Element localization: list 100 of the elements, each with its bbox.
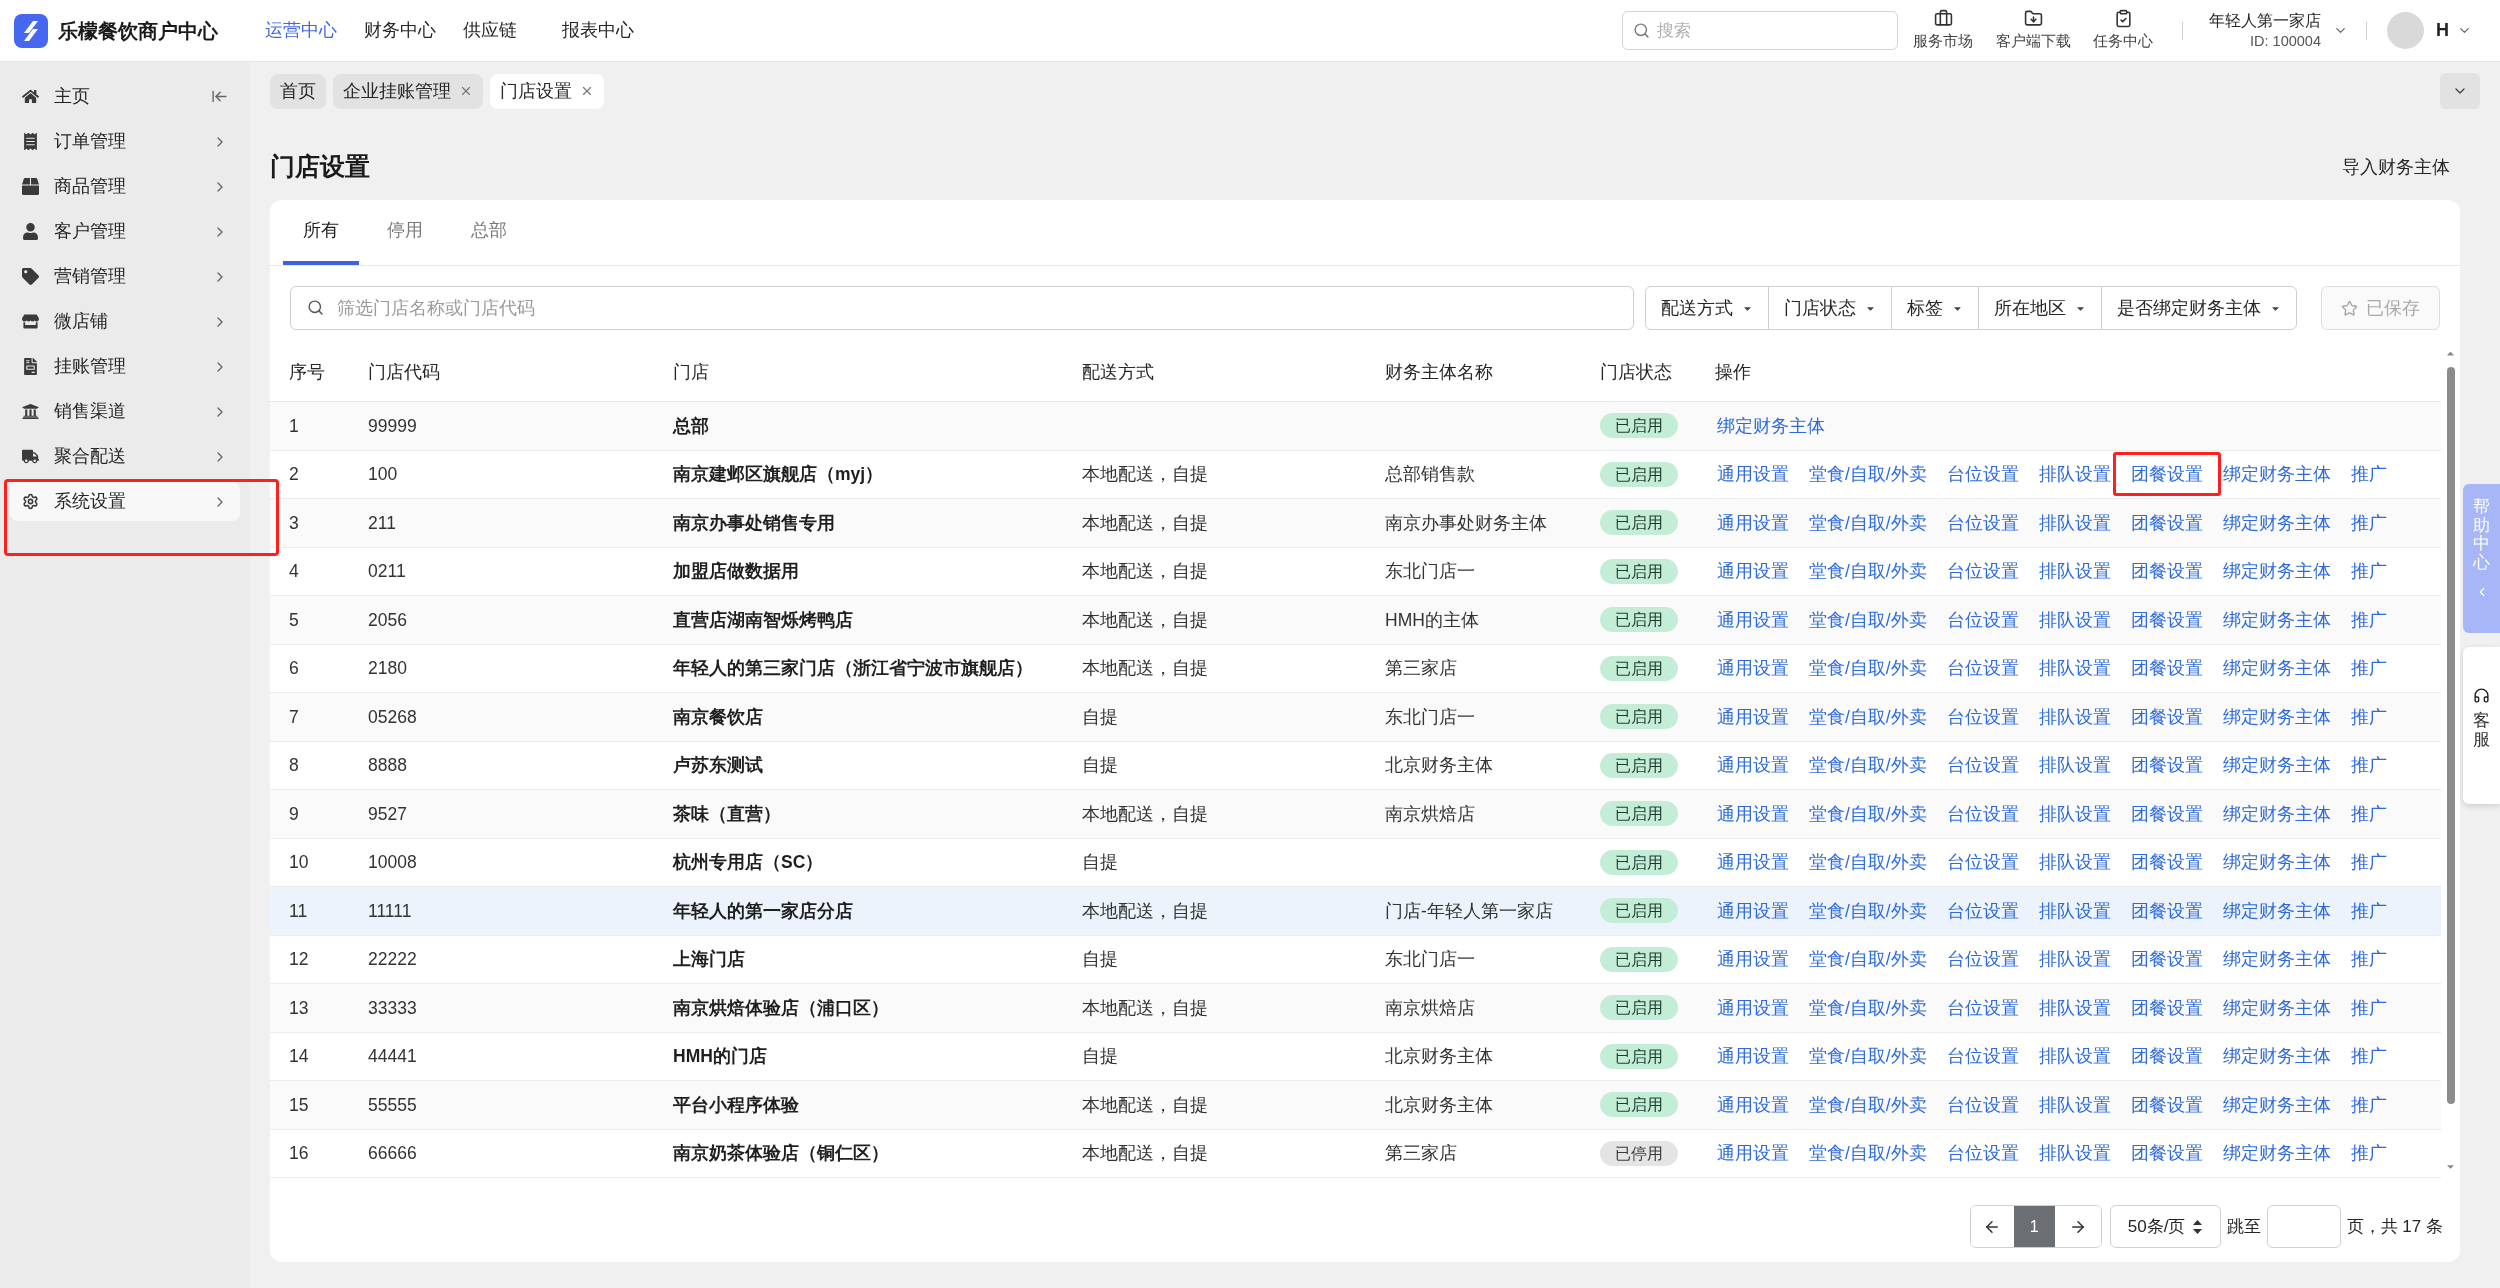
action-link[interactable]: 台位设置 xyxy=(1946,947,2019,972)
action-link[interactable]: 堂食/自取/外卖 xyxy=(1809,1092,1927,1117)
table-row[interactable]: 15 55555 平台小程序体验 本地配送，自提 北京财务主体 已启用 通用设置 堂食/自取/外卖 台位设置 排队设置 团餐设置 绑定财务主体 推广 xyxy=(270,1081,2441,1130)
filter-tab[interactable]: 总部 xyxy=(451,199,527,265)
collapse-icon[interactable] xyxy=(211,88,228,105)
page-tab[interactable]: 门店设置 xyxy=(490,73,604,109)
action-link[interactable]: 堂食/自取/外卖 xyxy=(1809,656,1927,681)
action-link[interactable]: 通用设置 xyxy=(1717,704,1789,729)
nav-link[interactable]: 供应链 xyxy=(463,17,562,44)
action-link[interactable]: 通用设置 xyxy=(1717,850,1789,875)
page-tab[interactable]: 企业挂账管理 xyxy=(333,73,483,109)
action-link[interactable]: 排队设置 xyxy=(2038,510,2111,535)
action-link[interactable]: 堂食/自取/外卖 xyxy=(1809,753,1927,778)
action-link[interactable]: 排队设置 xyxy=(2038,753,2111,778)
sidebar-item[interactable]: 商品管理 xyxy=(10,167,240,206)
store-search-field[interactable]: 筛选门店名称或门店代码 xyxy=(290,286,1634,330)
action-link[interactable]: 推广 xyxy=(2350,510,2387,535)
action-link[interactable]: 团餐设置 xyxy=(2130,801,2203,826)
action-link[interactable]: 推广 xyxy=(2350,704,2387,729)
action-link[interactable]: 通用设置 xyxy=(1717,510,1789,535)
action-link[interactable]: 推广 xyxy=(2350,1092,2387,1117)
action-link[interactable]: 绑定财务主体 xyxy=(2222,510,2331,535)
action-link[interactable]: 排队设置 xyxy=(2038,704,2111,729)
action-link[interactable]: 排队设置 xyxy=(2038,801,2111,826)
action-link[interactable]: 台位设置 xyxy=(1946,704,2019,729)
action-link[interactable]: 通用设置 xyxy=(1717,753,1789,778)
page-tab[interactable]: 首页 xyxy=(270,73,326,109)
scrollbar-thumb[interactable] xyxy=(2446,367,2455,1104)
action-link[interactable]: 绑定财务主体 xyxy=(1717,413,1825,438)
sidebar-item[interactable]: 系统设置 xyxy=(4,479,279,556)
page-size-select[interactable]: 50条/页 xyxy=(2109,1205,2221,1248)
action-link[interactable]: 团餐设置 xyxy=(2130,898,2203,923)
sidebar-item[interactable]: 营销管理 xyxy=(10,257,240,296)
filter-dropdown[interactable]: 是否绑定财务主体 xyxy=(2101,287,2296,329)
action-link[interactable]: 团餐设置 xyxy=(2130,947,2203,972)
action-link[interactable]: 推广 xyxy=(2350,801,2387,826)
action-link[interactable]: 推广 xyxy=(2350,898,2387,923)
action-link[interactable]: 堂食/自取/外卖 xyxy=(1809,995,1927,1020)
action-link[interactable]: 台位设置 xyxy=(1946,510,2019,535)
sidebar-item[interactable]: 聚合配送 xyxy=(10,437,240,476)
action-link[interactable]: 绑定财务主体 xyxy=(2222,1044,2331,1069)
action-link[interactable]: 排队设置 xyxy=(2038,850,2111,875)
action-link[interactable]: 通用设置 xyxy=(1717,995,1789,1020)
nav-link[interactable]: 报表中心 xyxy=(562,17,661,44)
table-row[interactable]: 7 05268 南京餐饮店 自提 东北门店一 已启用 通用设置 堂食/自取/外卖 台位设置 排队设置 团餐设置 绑定财务主体 推广 xyxy=(270,693,2441,742)
table-row[interactable]: 11 11111 年轻人的第一家店分店 本地配送，自提 门店-年轻人第一家店 已启用 通用设置 堂食/自取/外卖 台位设置 排队设置 团餐设置 绑定财务主体 推广 xyxy=(270,887,2441,936)
action-link[interactable]: 推广 xyxy=(2350,462,2387,487)
action-link[interactable]: 台位设置 xyxy=(1946,656,2019,681)
sidebar-item[interactable]: 订单管理 xyxy=(10,122,240,161)
sidebar-item[interactable]: 主页 xyxy=(10,77,240,116)
action-link[interactable]: 推广 xyxy=(2350,753,2387,778)
action-link[interactable]: 绑定财务主体 xyxy=(2222,1092,2331,1117)
action-link[interactable]: 绑定财务主体 xyxy=(2222,801,2331,826)
action-link[interactable]: 绑定财务主体 xyxy=(2222,1141,2331,1166)
action-link[interactable]: 推广 xyxy=(2350,656,2387,681)
filter-dropdown[interactable]: 配送方式 xyxy=(1646,287,1768,329)
action-link[interactable]: 通用设置 xyxy=(1717,898,1789,923)
action-link[interactable]: 团餐设置 xyxy=(2130,753,2203,778)
action-link[interactable]: 台位设置 xyxy=(1946,559,2019,584)
action-link[interactable]: 台位设置 xyxy=(1946,995,2019,1020)
filter-dropdown[interactable]: 标签 xyxy=(1891,287,1978,329)
action-link[interactable]: 通用设置 xyxy=(1717,1044,1789,1069)
action-link[interactable]: 推广 xyxy=(2350,850,2387,875)
action-link[interactable]: 台位设置 xyxy=(1946,607,2019,632)
action-link[interactable]: 通用设置 xyxy=(1717,1092,1789,1117)
store-name[interactable]: 年轻人第一家店 xyxy=(2209,9,2321,32)
nav-link[interactable]: 运营中心 xyxy=(265,17,364,44)
action-link[interactable]: 通用设置 xyxy=(1717,656,1789,681)
import-link[interactable]: 导入财务主体 xyxy=(2342,153,2450,181)
action-link[interactable]: 排队设置 xyxy=(2038,559,2111,584)
action-link[interactable]: 通用设置 xyxy=(1717,1141,1789,1166)
table-row[interactable]: 3 211 南京办事处销售专用 本地配送，自提 南京办事处财务主体 已启用 通用设置 堂食/自取/外卖 台位设置 排队设置 团餐设置 绑定财务主体 推广 xyxy=(270,499,2441,548)
action-link[interactable]: 排队设置 xyxy=(2038,1044,2111,1069)
action-link[interactable]: 推广 xyxy=(2350,1044,2387,1069)
action-link[interactable]: 推广 xyxy=(2350,995,2387,1020)
action-link[interactable]: 绑定财务主体 xyxy=(2222,704,2331,729)
toolbar-link[interactable]: 服务市场 xyxy=(1913,30,1973,53)
action-link[interactable]: 排队设置 xyxy=(2038,898,2111,923)
sidebar-item[interactable]: 销售渠道 xyxy=(10,392,240,431)
close-icon[interactable] xyxy=(580,84,594,98)
table-row[interactable]: 9 9527 茶味（直营） 本地配送，自提 南京烘焙店 已启用 通用设置 堂食/自取/外卖 台位设置 排队设置 团餐设置 绑定财务主体 推广 xyxy=(270,790,2441,839)
filter-dropdown[interactable]: 门店状态 xyxy=(1768,287,1891,329)
user-initial[interactable]: H xyxy=(2436,17,2449,44)
action-link[interactable]: 排队设置 xyxy=(2038,1141,2111,1166)
action-link[interactable]: 团餐设置 xyxy=(2130,559,2203,584)
action-link[interactable]: 通用设置 xyxy=(1717,947,1789,972)
sidebar-item[interactable]: 挂账管理 xyxy=(10,347,240,386)
action-link[interactable]: 团餐设置 xyxy=(2130,850,2203,875)
action-link[interactable]: 绑定财务主体 xyxy=(2222,559,2331,584)
action-link[interactable]: 堂食/自取/外卖 xyxy=(1809,801,1927,826)
action-link[interactable]: 台位设置 xyxy=(1946,462,2019,487)
table-row[interactable]: 2 100 南京建邺区旗舰店（myj） 本地配送，自提 总部销售款 已启用 通用设置 堂食/自取/外卖 台位设置 排队设置 团餐设置 绑定财务主体 推广 xyxy=(270,450,2441,499)
action-link[interactable]: 绑定财务主体 xyxy=(2222,462,2331,487)
nav-link[interactable]: 财务中心 xyxy=(364,17,463,44)
page-button[interactable]: 1 xyxy=(2013,1206,2055,1247)
action-link[interactable]: 台位设置 xyxy=(1946,850,2019,875)
action-link[interactable]: 排队设置 xyxy=(2038,462,2111,487)
action-link[interactable]: 绑定财务主体 xyxy=(2222,607,2331,632)
close-icon[interactable] xyxy=(459,84,473,98)
action-link[interactable]: 台位设置 xyxy=(1946,1092,2019,1117)
